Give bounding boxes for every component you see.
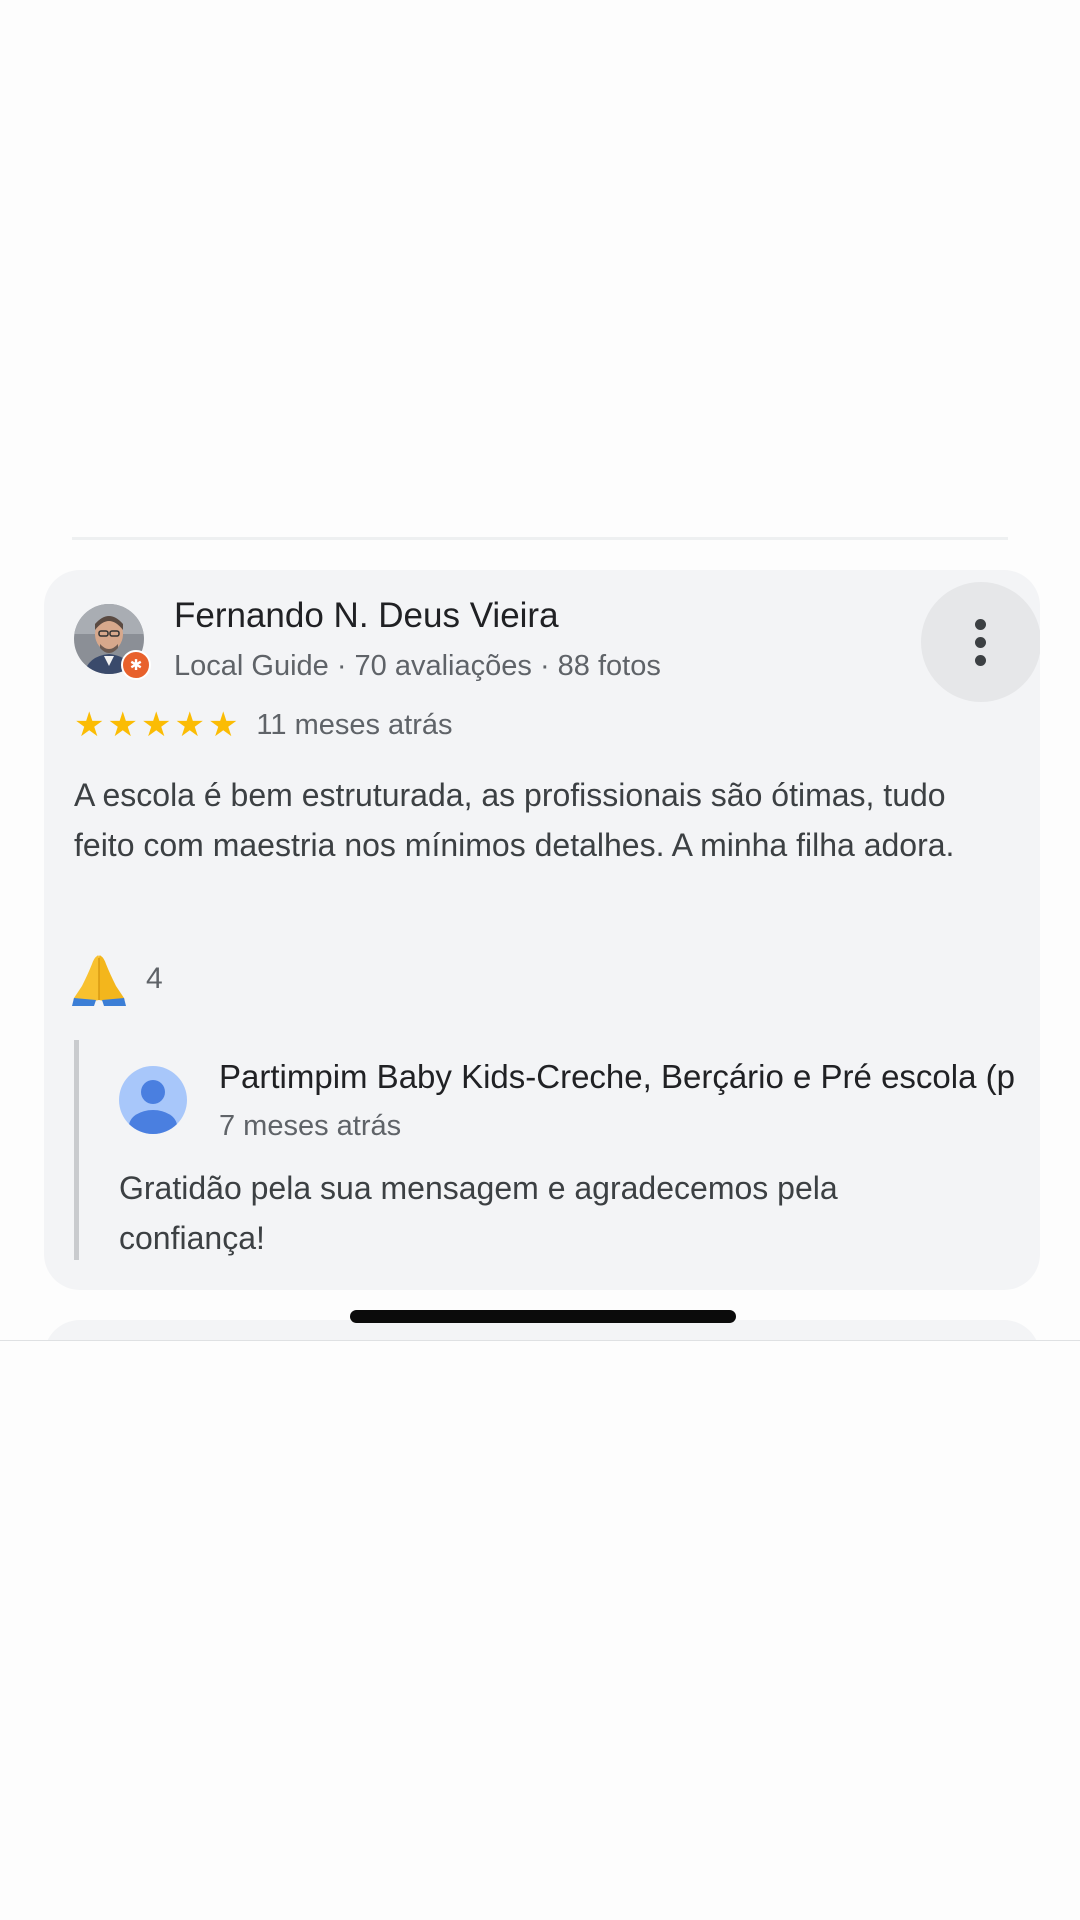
- blank-area: [0, 1340, 1080, 1920]
- reviewer-avatar[interactable]: ✱: [74, 604, 151, 680]
- star-icon: ★: [107, 705, 138, 745]
- review-card: ✱ Fernando N. Deus Vieira Local Guide · …: [44, 570, 1040, 1290]
- more-vert-icon: [975, 619, 986, 630]
- star-icon: ★: [140, 705, 172, 745]
- review-text: A escola é bem estruturada, as profissio…: [74, 777, 955, 863]
- owner-reply-date: 7 meses atrás: [219, 1110, 402, 1142]
- owner-reply: Partimpim Baby Kids-Creche, Berçário e P…: [74, 1040, 1040, 1260]
- local-guide-star-icon: ✱: [121, 650, 151, 680]
- more-vert-icon-dot: [975, 637, 986, 648]
- reaction-count: 4: [146, 962, 163, 995]
- owner-avatar[interactable]: [119, 1066, 187, 1134]
- more-vert-icon-dot: [975, 655, 986, 666]
- star-icon: ★: [74, 705, 105, 745]
- more-options-button[interactable]: [921, 582, 1040, 702]
- star-icon: ★: [174, 705, 205, 745]
- person-icon: [119, 1066, 187, 1134]
- review-date: 11 meses atrás: [256, 708, 453, 741]
- star-icon: ★: [207, 705, 239, 745]
- rating-row: ★ ★ ★ ★ ★ 11 meses atrás: [74, 703, 453, 747]
- divider: [72, 537, 1008, 540]
- home-indicator[interactable]: [350, 1310, 736, 1323]
- owner-name[interactable]: Partimpim Baby Kids-Creche, Berçário e P…: [219, 1058, 1015, 1096]
- reviewer-meta: Local Guide · 70 avaliações · 88 fotos: [174, 650, 661, 682]
- owner-reply-text: Gratidão pela sua mensagem e agradecemos…: [119, 1170, 838, 1256]
- reviewer-name[interactable]: Fernando N. Deus Vieira: [174, 596, 559, 636]
- praying-hands-icon: [72, 955, 126, 1006]
- screen: ✱ Fernando N. Deus Vieira Local Guide · …: [0, 0, 1080, 1920]
- star-rating: ★ ★ ★ ★ ★: [74, 708, 238, 742]
- reaction-button[interactable]: 4: [70, 950, 163, 1008]
- reply-indent-bar: [74, 1040, 79, 1260]
